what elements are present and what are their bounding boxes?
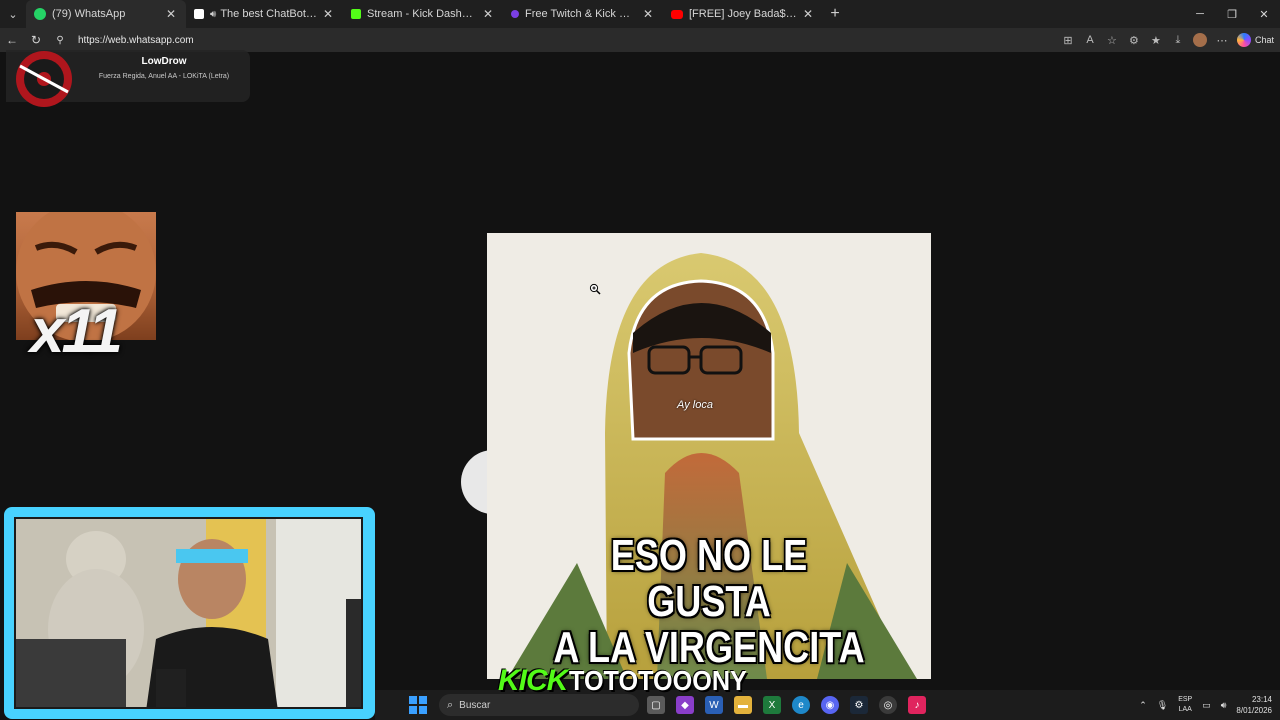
close-icon[interactable]: ✕ — [641, 7, 655, 21]
app-available-icon[interactable]: ⊞ — [1061, 33, 1075, 47]
favorites-list-icon[interactable]: ★ — [1149, 33, 1163, 47]
tab-kick-dashboard[interactable]: Stream - Kick Dashboard ✕ — [343, 0, 503, 28]
favorite-star-icon[interactable]: ☆ — [1105, 33, 1119, 47]
minimize-icon[interactable]: ─ — [1184, 0, 1216, 28]
chat-label: Chat — [1254, 35, 1274, 45]
meme-image[interactable]: Ay loca ESO NO LE GUSTA A LA VIRGENCITA — [487, 233, 931, 679]
word-icon[interactable]: W — [705, 696, 723, 714]
file-explorer-icon[interactable]: ▬ — [734, 696, 752, 714]
volume-icon[interactable]: 🔊︎ — [1221, 700, 1227, 711]
close-window-icon[interactable]: ✕ — [1248, 0, 1280, 28]
now-playing-text: LowDrow Fuerza Regida, Anuel AA - LOKiTA… — [92, 56, 236, 81]
speaker-icon[interactable]: 🔊︎ — [210, 9, 216, 20]
now-playing-artist: LowDrow — [141, 56, 187, 67]
tab-title: The best ChatBot and Widget — [220, 8, 317, 20]
clock-time: 23:14 — [1251, 695, 1272, 704]
emote-combo: x11 — [16, 212, 156, 366]
now-playing-track: Fuerza Regida, Anuel AA - LOKiTA (Letra) — [98, 73, 230, 80]
input-language[interactable]: ESP LAA — [1178, 695, 1192, 715]
search-icon: ⌕ — [447, 698, 454, 711]
meme-label: Ay loca — [677, 399, 713, 411]
refresh-icon[interactable]: ↻ — [24, 33, 48, 47]
back-arrow-icon[interactable]: ← — [0, 33, 24, 47]
tab-chatbot[interactable]: 🔊︎ The best ChatBot and Widget ✕ — [186, 0, 343, 28]
system-tray: ⌃ 🎙︎ ESP LAA ▭ 🔊︎ 23:14 8/01/2026 — [1139, 690, 1272, 720]
tab-whatsapp[interactable]: (79) WhatsApp ✕ — [26, 0, 186, 28]
kick-icon — [351, 9, 361, 19]
tab-title: (79) WhatsApp — [52, 8, 126, 20]
obs-icon[interactable]: ◎ — [879, 696, 897, 714]
webcam-frame — [4, 507, 375, 719]
steam-icon[interactable]: ⚙ — [850, 696, 868, 714]
meme-caption-line: GUSTA — [647, 577, 771, 626]
copilot-chat-button[interactable]: Chat — [1236, 33, 1274, 47]
whatsapp-icon — [34, 8, 46, 20]
clock-date: 8/01/2026 — [1236, 706, 1272, 715]
copilot-icon — [1236, 33, 1251, 47]
emote-count: x11 — [30, 297, 123, 366]
close-icon[interactable]: ✕ — [481, 7, 495, 21]
excel-icon[interactable]: X — [763, 696, 781, 714]
tab-youtube[interactable]: [FREE] Joey Bada$$ x The Alchemi ✕ — [663, 0, 823, 28]
url-field[interactable]: https://web.whatsapp.com — [78, 35, 194, 46]
viewers-site-icon — [511, 10, 519, 18]
webcam-feed — [14, 517, 363, 709]
zoom-in-cursor-icon — [589, 283, 601, 295]
new-tab-plus-icon[interactable]: + — [823, 5, 847, 23]
close-icon[interactable]: ✕ — [164, 7, 178, 21]
taskbar-apps: ▢ ◆ W ▬ X e ◉ ⚙ ◎ ♪ — [647, 696, 926, 714]
address-bar: ← ↻ ⚲ https://web.whatsapp.com ⊞ A ☆ ⚙ ★… — [0, 28, 1280, 52]
close-icon[interactable]: ✕ — [321, 7, 335, 21]
meme-caption: ESO NO LE GUSTA A LA VIRGENCITA — [527, 533, 891, 671]
kick-username: TOTOTOOONY — [569, 665, 748, 696]
screen: ⌄ (79) WhatsApp ✕ 🔊︎ The best ChatBot an… — [0, 0, 1280, 720]
microphone-icon[interactable]: 🎙︎ — [1157, 700, 1168, 711]
chevron-up-icon[interactable]: ⌃ — [1139, 700, 1147, 711]
window-controls: ─ ❐ ✕ — [1184, 0, 1280, 28]
taskbar-clock[interactable]: 23:14 8/01/2026 — [1236, 694, 1272, 716]
toolbar-icons: ⊞ A ☆ ⚙ ★ ⤓ ⋯ Chat — [1061, 28, 1274, 52]
tab-title: Stream - Kick Dashboard — [367, 8, 477, 20]
tab-title: Free Twitch & Kick Viewers - Try 1 — [525, 8, 637, 20]
visual-studio-icon[interactable]: ◆ — [676, 696, 694, 714]
youtube-icon — [671, 9, 683, 19]
search-placeholder: Buscar — [459, 699, 491, 711]
lang-code: ESP — [1178, 696, 1193, 703]
tab-title: [FREE] Joey Bada$$ x The Alchemi — [689, 8, 797, 20]
site-info-icon[interactable]: ⚲ — [48, 35, 72, 46]
close-icon[interactable]: ✕ — [801, 7, 815, 21]
kick-channel-tag: KICK TOTOTOOONY — [498, 664, 767, 698]
read-aloud-icon[interactable]: A — [1083, 33, 1097, 47]
browser-tab-strip: ⌄ (79) WhatsApp ✕ 🔊︎ The best ChatBot an… — [0, 0, 1280, 28]
now-playing-logo — [16, 51, 72, 107]
meme-caption-line: ESO NO LE — [610, 531, 808, 580]
tiktok-icon[interactable]: ♪ — [908, 696, 926, 714]
extensions-icon[interactable]: ⚙ — [1127, 33, 1141, 47]
kick-logo-text: KICK — [498, 664, 568, 697]
download-icon[interactable]: ⤓ — [1171, 33, 1185, 47]
more-menu-icon[interactable]: ⋯ — [1215, 33, 1229, 47]
network-icon[interactable]: ▭ — [1202, 700, 1211, 711]
chatbot-icon — [194, 9, 204, 19]
windows-start-icon[interactable] — [409, 696, 427, 714]
profile-avatar[interactable] — [1192, 33, 1207, 47]
restore-icon[interactable]: ❐ — [1216, 0, 1248, 28]
discord-icon[interactable]: ◉ — [821, 696, 839, 714]
tab-viewers[interactable]: Free Twitch & Kick Viewers - Try 1 ✕ — [503, 0, 663, 28]
edge-icon[interactable]: e — [792, 696, 810, 714]
tab-actions-chevron-icon[interactable]: ⌄ — [0, 0, 26, 28]
task-view-icon[interactable]: ▢ — [647, 696, 665, 714]
lang-region: LAA — [1178, 706, 1192, 713]
